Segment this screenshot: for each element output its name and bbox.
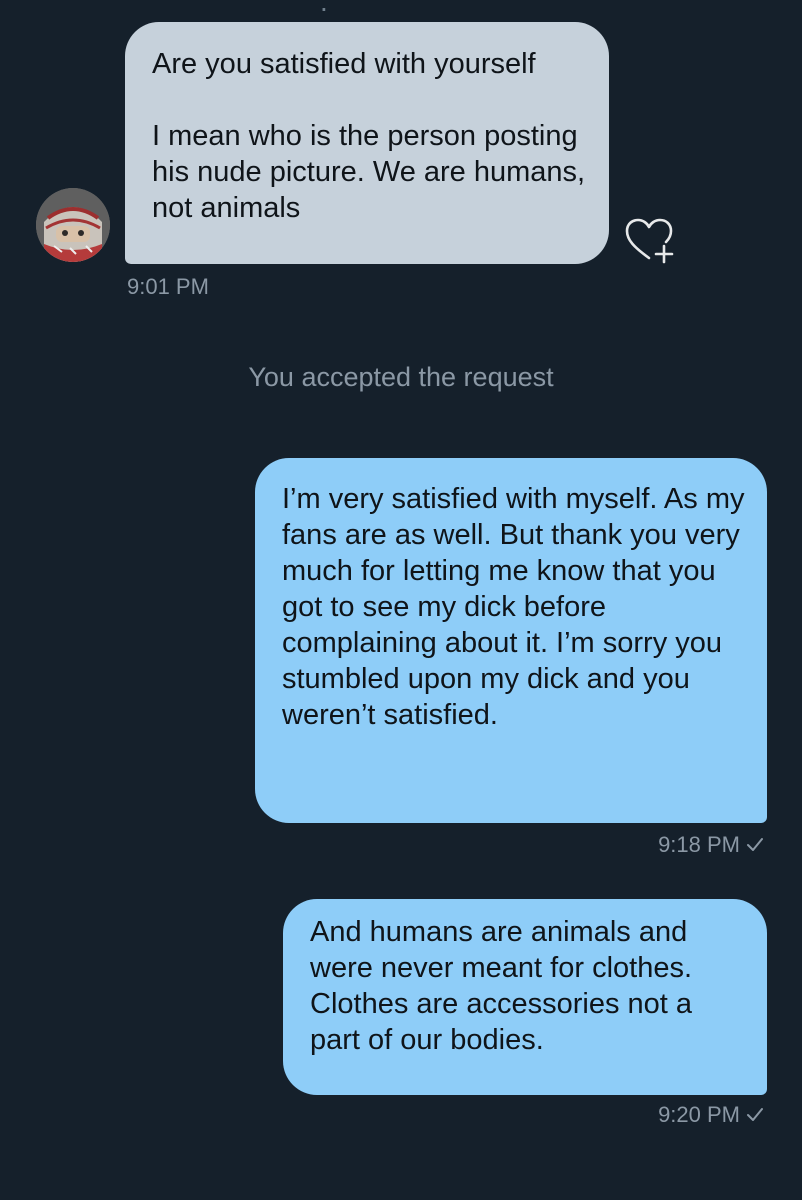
request-accepted-notice: You accepted the request bbox=[248, 362, 554, 392]
incoming-message-bubble[interactable]: Are you satisfied with yourself I mean w… bbox=[125, 22, 609, 264]
message-time-label: 9:20 PM bbox=[658, 1102, 740, 1127]
message-thread: . Are you satisfied with yourself I mean… bbox=[0, 0, 802, 1200]
heart-plus-icon[interactable] bbox=[622, 216, 678, 266]
avatar-image-icon bbox=[36, 188, 110, 262]
outgoing-message-time: 9:18 PM bbox=[658, 832, 764, 860]
outgoing-message-bubble[interactable]: I’m very satisfied with myself. As my fa… bbox=[255, 458, 767, 823]
incoming-message-time: 9:01 PM bbox=[127, 274, 209, 299]
sender-avatar[interactable] bbox=[36, 188, 110, 262]
checkmark-icon bbox=[746, 1104, 764, 1130]
checkmark-icon bbox=[746, 834, 764, 860]
cropped-header-fragment: . bbox=[320, 0, 328, 17]
outgoing-message-bubble[interactable]: And humans are animals and were never me… bbox=[283, 899, 767, 1095]
outgoing-message-time: 9:20 PM bbox=[658, 1102, 764, 1130]
message-time-label: 9:18 PM bbox=[658, 832, 740, 857]
